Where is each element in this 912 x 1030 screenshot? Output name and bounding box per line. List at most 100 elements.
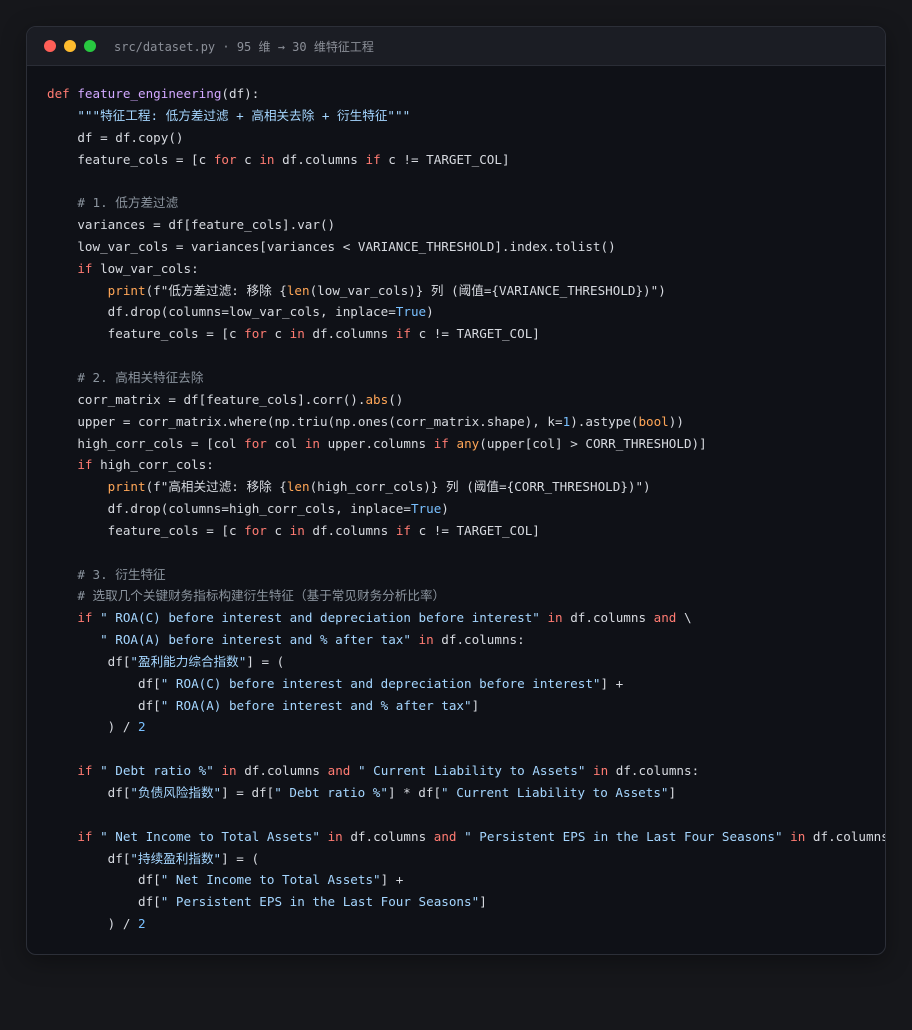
minimize-window-icon[interactable] [64, 40, 76, 52]
code-token: " Net Income to Total Assets" [100, 828, 320, 844]
code-line: upper = corr_matrix.where(np.triu(np.one… [47, 411, 885, 433]
code-token: df[ [47, 697, 161, 713]
code-token: in [547, 610, 563, 626]
code-token: if [77, 828, 93, 844]
code-token: col [266, 435, 305, 451]
code-token: (f"低方差过滤: 移除 { [145, 282, 287, 298]
code-token: corr_matrix = df[feature_cols].corr(). [47, 391, 366, 407]
code-line: # 3. 衍生特征 [47, 564, 885, 586]
code-token: upper.columns [319, 435, 434, 451]
code-token: " Current Liability to Assets" [441, 785, 669, 800]
code-line: df["盈利能力综合指数"] = ( [47, 651, 885, 673]
code-token: df[ [47, 850, 131, 866]
code-token: "负债风险指数" [130, 785, 222, 800]
code-token: " Debt ratio %" [274, 785, 388, 800]
code-token: " ROA(C) before interest and depreciatio… [100, 610, 540, 626]
code-token: any [456, 435, 480, 451]
code-token: feature_cols = [c [47, 151, 214, 167]
code-token: if [77, 610, 93, 626]
code-token: in [304, 435, 320, 451]
code-token: () [388, 391, 404, 407]
code-token: df = df.copy() [47, 129, 184, 145]
code-token: # 选取几个关键财务指标构建衍生特征（基于常见财务分析比率） [77, 588, 446, 604]
maximize-window-icon[interactable] [84, 40, 96, 52]
code-token: ] + [380, 872, 404, 888]
code-line: df[" ROA(A) before interest and % after … [47, 695, 885, 717]
code-token: in [289, 522, 305, 538]
code-token: ) / [47, 719, 138, 735]
code-line: if " ROA(C) before interest and deprecia… [47, 607, 885, 629]
code-token: and [433, 828, 457, 844]
code-line: " ROA(A) before interest and % after tax… [47, 629, 885, 651]
code-token: feature_cols = [c [47, 522, 245, 538]
code-line: df[" Persistent EPS in the Last Four Sea… [47, 891, 885, 913]
code-token: print [107, 282, 146, 298]
code-token: " Net Income to Total Assets" [160, 872, 381, 888]
code-token: in [259, 151, 275, 167]
code-token: 2 [138, 916, 146, 932]
code-token: df.columns [562, 610, 654, 626]
code-token: " Current Liability to Assets" [357, 763, 586, 779]
code-line: print(f"低方差过滤: 移除 {len(low_var_cols)} 列 … [47, 280, 885, 302]
code-token: upper = corr_matrix.where(np.triu(np.one… [47, 413, 563, 429]
code-token: ] [479, 894, 487, 910]
code-token: high_corr_cols: [92, 457, 214, 473]
code-token: # 2. 高相关特征去除 [77, 369, 204, 385]
code-token: df[ [47, 872, 161, 888]
code-line: df[" Net Income to Total Assets"] + [47, 869, 885, 891]
code-token: True [395, 304, 427, 320]
code-token: ] * df[ [387, 785, 442, 800]
code-line: # 1. 低方差过滤 [47, 192, 885, 214]
code-token: " Persistent EPS in the Last Four Season… [160, 894, 480, 910]
code-token: for [213, 151, 237, 167]
code-token: (low_var_cols)} 列 (阈值={VARIANCE_THRESHOL… [309, 282, 666, 298]
code-token: " Debt ratio %" [100, 763, 214, 779]
code-token: df.columns [304, 522, 396, 538]
code-token: 2 [138, 719, 146, 735]
code-token: df.columns [342, 828, 434, 844]
code-line: df.drop(columns=high_corr_cols, inplace=… [47, 498, 885, 520]
code-line: df = df.copy() [47, 127, 885, 149]
code-token: and [327, 763, 351, 779]
code-token: df[ [47, 653, 131, 669]
code-token: df.drop(columns=high_corr_cols, inplace= [47, 501, 411, 517]
code-token: c != TARGET_COL] [410, 522, 540, 538]
code-line: # 2. 高相关特征去除 [47, 367, 885, 389]
code-token: in [593, 763, 609, 779]
code-token: and [653, 610, 677, 626]
code-line: ) / 2 [47, 913, 885, 935]
code-token: df.columns: [608, 763, 700, 779]
code-token: in [790, 828, 806, 844]
code-token: ] [471, 697, 480, 713]
code-token: if [77, 763, 93, 779]
code-token: df.columns [274, 151, 366, 167]
code-token: for [244, 435, 267, 451]
code-token: " ROA(A) before interest and % after tax… [160, 697, 472, 713]
code-token: (df): [221, 86, 260, 101]
code-token: " ROA(C) before interest and depreciatio… [160, 675, 601, 691]
code-line: high_corr_cols = [col for col in upper.c… [47, 433, 885, 455]
code-line: feature_cols = [c for c in df.columns if… [47, 520, 885, 542]
code-token: ] [668, 785, 677, 800]
code-token: feature_engineering [77, 86, 222, 101]
code-line: print(f"高相关过滤: 移除 {len(high_corr_cols)} … [47, 476, 885, 498]
close-window-icon[interactable] [44, 40, 56, 52]
code-editor[interactable]: def feature_engineering(df): """特征工程: 低方… [47, 83, 885, 935]
window-title: src/dataset.py · 95 维 → 30 维特征工程 [114, 39, 374, 54]
code-token: len [286, 282, 310, 298]
